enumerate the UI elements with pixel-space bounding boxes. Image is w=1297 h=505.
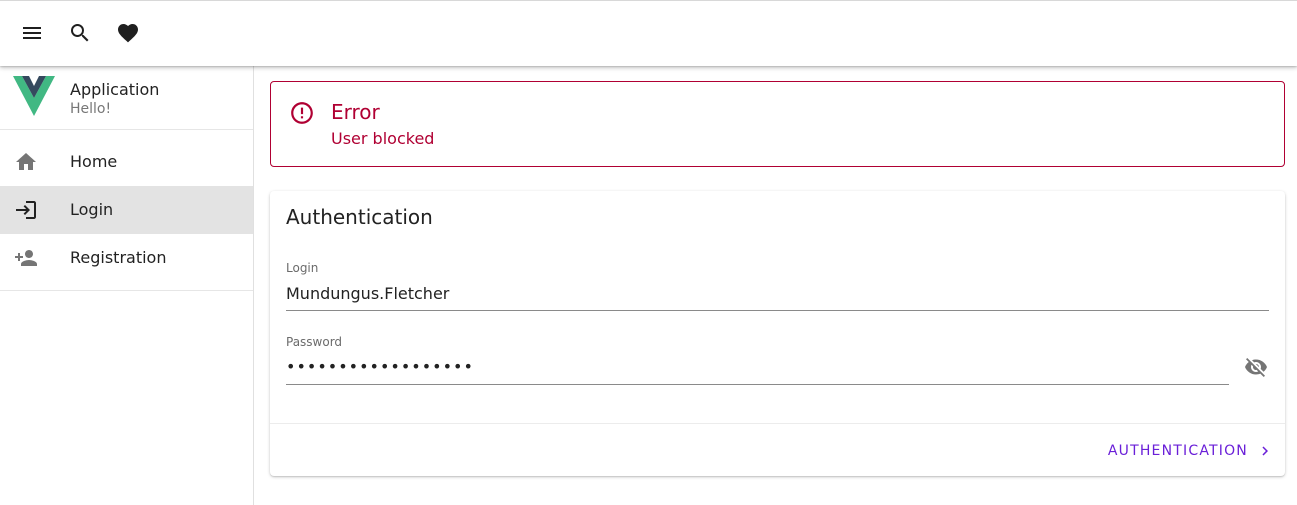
person-add-icon — [14, 246, 38, 270]
sidebar-item-registration[interactable]: Registration — [0, 234, 253, 282]
card-title: Authentication — [286, 205, 433, 229]
error-circle-icon — [291, 102, 313, 124]
login-label: Login — [286, 261, 319, 275]
chevron-right-icon — [1262, 446, 1268, 456]
vue-logo-icon — [13, 76, 55, 116]
favorite-button[interactable] — [112, 17, 144, 49]
menu-icon — [23, 27, 41, 39]
app-title: Application — [70, 80, 160, 99]
sidebar-item-label: Home — [70, 152, 118, 171]
sidebar-item-login[interactable]: Login — [0, 186, 253, 234]
app-bar — [0, 0, 1297, 66]
nav-divider — [0, 290, 253, 291]
authentication-button[interactable]: AUTHENTICATION — [1096, 434, 1274, 468]
heart-icon — [118, 24, 138, 43]
toggle-password-visibility-button[interactable] — [1244, 355, 1270, 381]
navigation-drawer: Application Hello! Home Login Registrati… — [0, 66, 254, 505]
app-subtitle: Hello! — [70, 101, 112, 117]
alert-title: Error — [331, 100, 380, 124]
search-button[interactable] — [64, 17, 96, 49]
alert-message: User blocked — [331, 129, 435, 148]
authentication-card: Authentication Login Mundungus.Fletcher … — [270, 191, 1285, 476]
sidebar-item-label: Login — [70, 200, 114, 219]
login-icon — [14, 198, 38, 222]
authentication-button-label: AUTHENTICATION — [1107, 443, 1248, 459]
password-underline — [286, 384, 1229, 385]
menu-button[interactable] — [16, 17, 48, 49]
sidebar-item-label: Registration — [70, 248, 167, 267]
sidebar-item-home[interactable]: Home — [0, 138, 253, 186]
card-actions-divider — [270, 423, 1285, 424]
password-input[interactable]: •••••••••••••••••• — [286, 357, 474, 376]
home-icon — [14, 150, 38, 174]
search-icon — [71, 24, 89, 42]
login-underline — [286, 310, 1269, 311]
login-input[interactable]: Mundungus.Fletcher — [286, 284, 449, 303]
password-label: Password — [286, 335, 343, 349]
brand-header: Application Hello! — [0, 66, 253, 130]
error-alert: Error User blocked — [270, 81, 1285, 167]
eye-off-icon — [1245, 358, 1267, 377]
